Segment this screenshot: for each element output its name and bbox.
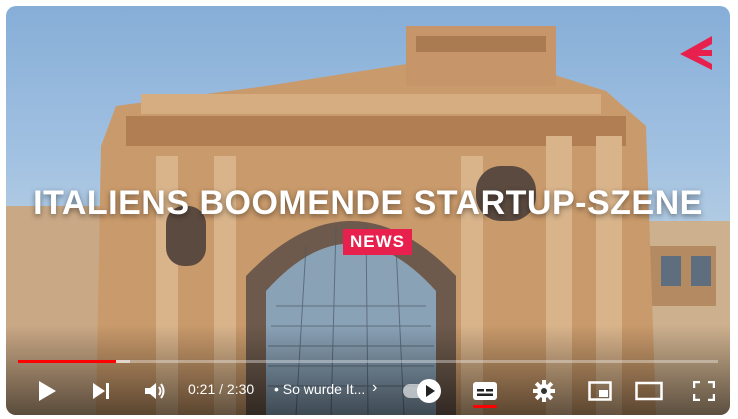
chapter-chevron-icon: › <box>372 379 378 396</box>
mute-button[interactable] <box>142 377 170 405</box>
fullscreen-button[interactable] <box>690 377 718 405</box>
chapter-title-button[interactable]: • So wurde It... <box>274 381 365 397</box>
current-time: 0:21 <box>188 381 216 397</box>
player-controls: 0:21 / 2:30 • So wurde It... › <box>6 367 730 415</box>
progress-bar[interactable] <box>18 360 718 363</box>
chapter-prefix: • <box>274 381 279 397</box>
video-player[interactable]: ITALIENS BOOMENDE STARTUP-SZENE NEWS 0:2… <box>6 6 730 415</box>
time-separator: / <box>219 381 224 397</box>
autoplay-knob <box>417 379 441 403</box>
miniplayer-icon <box>588 381 612 401</box>
news-badge: NEWS <box>343 229 412 255</box>
next-button[interactable] <box>88 377 114 405</box>
progress-played <box>18 360 116 363</box>
video-title-overlay: ITALIENS BOOMENDE STARTUP-SZENE <box>33 184 703 222</box>
theater-mode-button[interactable] <box>634 377 664 405</box>
next-icon <box>93 383 109 399</box>
settings-gear-icon <box>533 380 555 402</box>
time-display: 0:21 / 2:30 <box>188 381 254 397</box>
subtitles-button[interactable] <box>471 377 499 405</box>
subtitles-active-indicator <box>473 405 497 408</box>
autoplay-play-icon <box>426 385 435 397</box>
play-button[interactable] <box>34 377 60 405</box>
subtitles-icon <box>473 382 497 400</box>
duration: 2:30 <box>226 381 255 397</box>
theater-mode-icon <box>635 381 663 401</box>
play-icon <box>39 381 56 401</box>
fullscreen-icon <box>693 381 715 401</box>
volume-icon <box>145 383 165 399</box>
chapter-title: So wurde It... <box>282 381 366 397</box>
brand-logo-icon <box>680 36 712 70</box>
miniplayer-button[interactable] <box>586 377 614 405</box>
settings-button[interactable] <box>530 377 558 405</box>
